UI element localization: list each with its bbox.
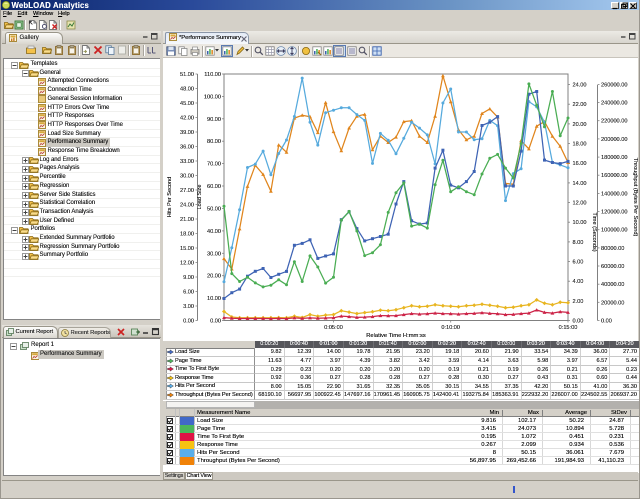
svg-text:260000.00: 260000.00	[601, 82, 627, 88]
svg-text:48.00: 48.00	[180, 87, 194, 93]
svg-text:24.00: 24.00	[180, 203, 194, 209]
svg-text:6.00: 6.00	[573, 260, 584, 266]
svg-text:3.00: 3.00	[183, 304, 194, 310]
svg-text:24.00: 24.00	[573, 83, 587, 89]
svg-text:100.00: 100.00	[204, 94, 221, 100]
svg-text:40.00: 40.00	[207, 229, 221, 235]
svg-text:0.00: 0.00	[210, 319, 221, 325]
svg-text:40000.00: 40000.00	[601, 282, 624, 288]
svg-text:0:15:00: 0:15:00	[559, 325, 578, 331]
svg-text:100000.00: 100000.00	[601, 228, 627, 234]
svg-text:Hits Per Second: Hits Per Second	[167, 177, 173, 217]
svg-text:27.00: 27.00	[180, 188, 194, 194]
svg-text:20.00: 20.00	[207, 274, 221, 280]
svg-text:180000.00: 180000.00	[601, 155, 627, 161]
svg-text:80000.00: 80000.00	[601, 246, 624, 252]
svg-text:42.00: 42.00	[180, 116, 194, 122]
svg-text:0:05:00: 0:05:00	[324, 325, 343, 331]
svg-text:0.00: 0.00	[183, 319, 194, 325]
svg-text:60.00: 60.00	[207, 184, 221, 190]
svg-text:14.00: 14.00	[573, 181, 587, 187]
svg-text:Throughput (Bytes Per Second): Throughput (Bytes Per Second)	[632, 158, 638, 237]
svg-text:240000.00: 240000.00	[601, 101, 627, 107]
svg-text:33.00: 33.00	[180, 159, 194, 165]
svg-text:0.00: 0.00	[573, 319, 584, 325]
svg-text:10.00: 10.00	[573, 220, 587, 226]
svg-text:45.00: 45.00	[180, 101, 194, 107]
svg-text:60000.00: 60000.00	[601, 264, 624, 270]
svg-text:8.00: 8.00	[573, 240, 584, 246]
svg-text:90.00: 90.00	[207, 117, 221, 123]
svg-text:6.00: 6.00	[183, 290, 194, 296]
svg-text:15.00: 15.00	[180, 246, 194, 252]
svg-text:110.00: 110.00	[204, 72, 221, 78]
svg-text:200000.00: 200000.00	[601, 137, 627, 143]
svg-text:4.00: 4.00	[573, 279, 584, 285]
svg-text:18.00: 18.00	[180, 232, 194, 238]
svg-text:21.00: 21.00	[180, 217, 194, 223]
svg-text:160000.00: 160000.00	[601, 173, 627, 179]
svg-text:10.00: 10.00	[207, 296, 221, 302]
svg-text:18.00: 18.00	[573, 142, 587, 148]
svg-text:22.00: 22.00	[573, 102, 587, 108]
svg-text:39.00: 39.00	[180, 130, 194, 136]
svg-text:20.00: 20.00	[573, 122, 587, 128]
svg-text:80.00: 80.00	[207, 139, 221, 145]
svg-text:70.00: 70.00	[207, 162, 221, 168]
svg-text:20000.00: 20000.00	[601, 300, 624, 306]
svg-text:220000.00: 220000.00	[601, 119, 627, 125]
svg-text:30.00: 30.00	[180, 174, 194, 180]
svg-text:2.00: 2.00	[573, 299, 584, 305]
svg-text:12.00: 12.00	[180, 261, 194, 267]
svg-text:9.00: 9.00	[183, 275, 194, 281]
svg-text:Relative Time H:mm:ss: Relative Time H:mm:ss	[366, 333, 426, 339]
svg-text:16.00: 16.00	[573, 161, 587, 167]
svg-text:Time (Seconds): Time (Seconds)	[591, 212, 597, 251]
svg-text:Load Size: Load Size	[197, 185, 203, 210]
svg-text:30.00: 30.00	[207, 251, 221, 257]
svg-text:0:10:00: 0:10:00	[441, 325, 460, 331]
svg-text:50.00: 50.00	[207, 207, 221, 213]
svg-text:0.00: 0.00	[601, 319, 612, 325]
svg-text:140000.00: 140000.00	[601, 191, 627, 197]
svg-text:36.00: 36.00	[180, 145, 194, 151]
svg-text:51.00: 51.00	[180, 72, 194, 78]
svg-text:12.00: 12.00	[573, 201, 587, 207]
svg-text:120000.00: 120000.00	[601, 210, 627, 216]
